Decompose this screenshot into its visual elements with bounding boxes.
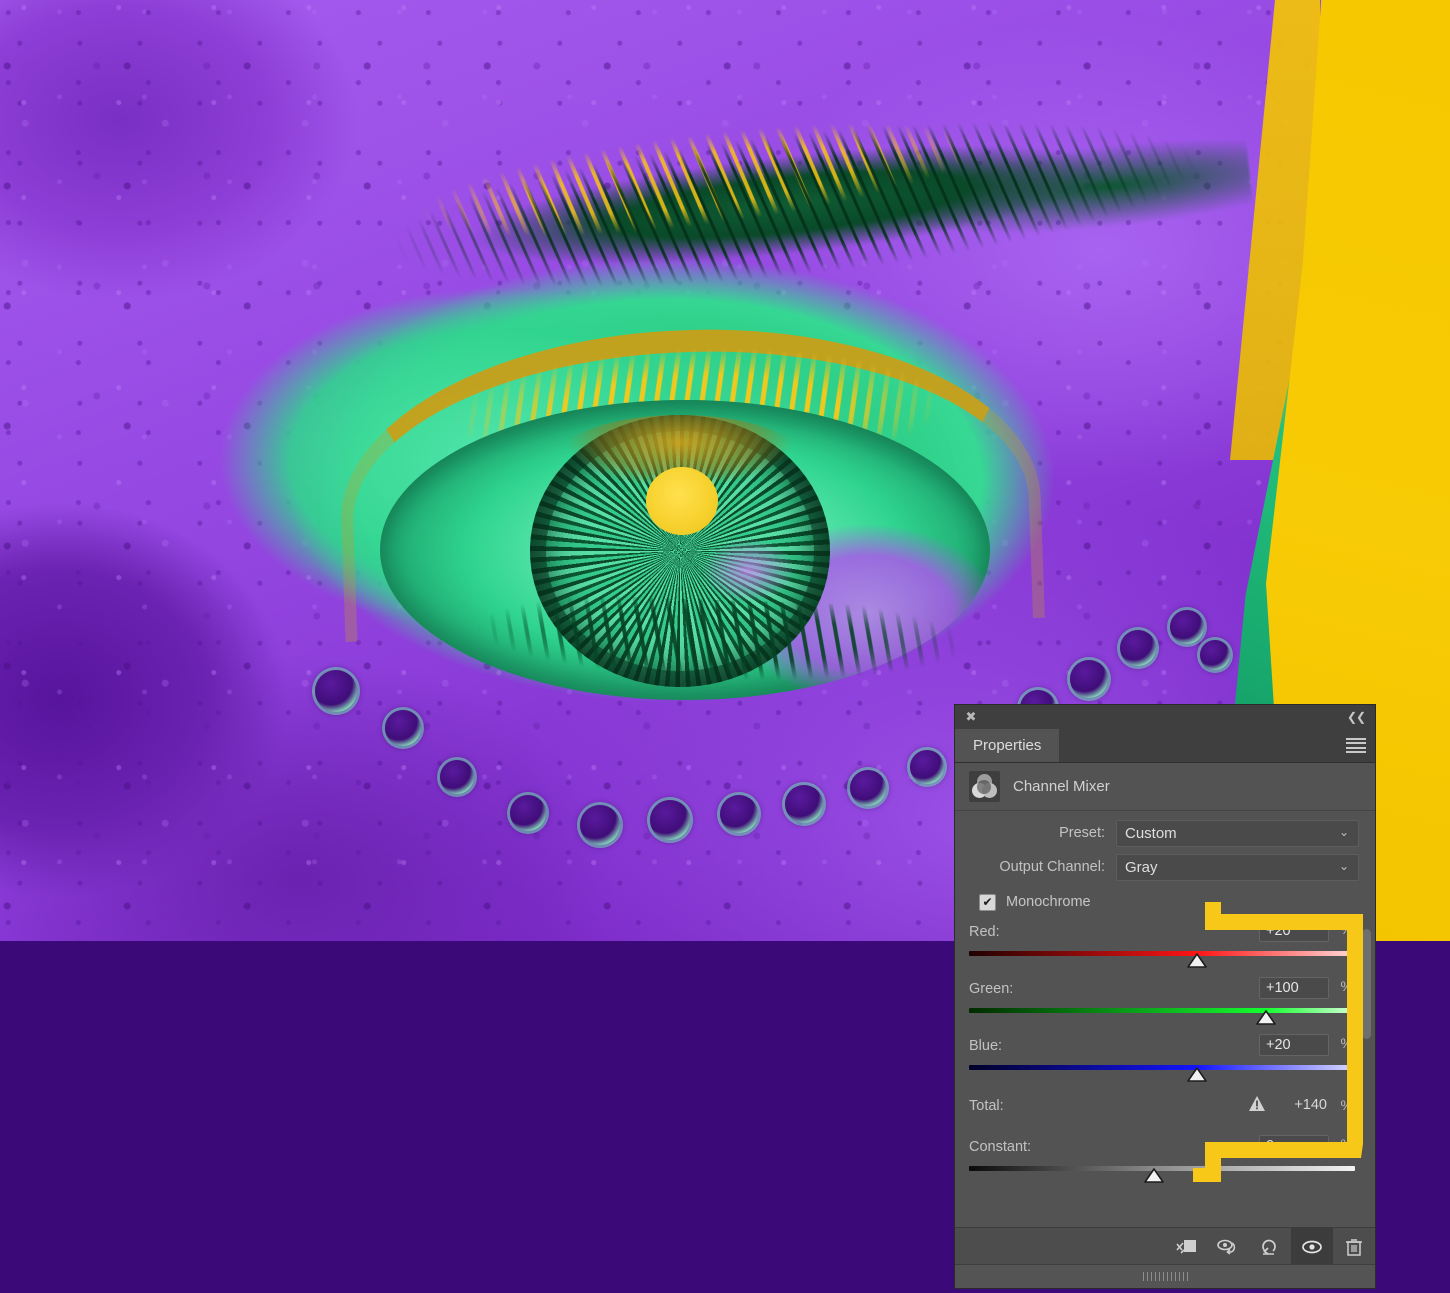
red-label: Red: [969, 924, 1000, 940]
output-channel-dropdown[interactable]: Gray ⌄ [1116, 853, 1359, 881]
monochrome-checkbox[interactable]: ✔ [979, 893, 996, 911]
chevron-down-icon: ⌄ [1338, 824, 1349, 839]
green-label: Green: [969, 981, 1014, 997]
blue-unit: % [1340, 1035, 1353, 1051]
adjustment-name: Channel Mixer [1013, 778, 1110, 795]
view-previous-state-button[interactable] [1207, 1228, 1249, 1265]
face-gem [385, 710, 421, 746]
chevron-down-icon: ⌄ [1338, 858, 1349, 873]
tab-properties[interactable]: Properties [955, 729, 1060, 762]
pupil [646, 467, 718, 535]
face-gem [1200, 640, 1230, 670]
hamburger-menu-icon[interactable] [1346, 738, 1366, 753]
green-slider-track[interactable] [969, 1008, 1355, 1013]
face-gem [510, 795, 546, 831]
monochrome-label: Monochrome [1006, 894, 1091, 910]
blue-label: Blue: [969, 1038, 1003, 1054]
panel-body: Preset: Custom ⌄ Output Channel: Gray ⌄ … [955, 811, 1375, 1246]
face-gem [440, 760, 474, 794]
preset-value: Custom [1125, 824, 1177, 842]
face-gem [650, 800, 690, 840]
preset-label: Preset: [1059, 825, 1105, 841]
face-gem [315, 670, 357, 712]
toggle-visibility-button[interactable] [1291, 1228, 1333, 1265]
adjustment-header: Channel Mixer [955, 763, 1375, 811]
red-value-input[interactable]: +20 [1259, 920, 1329, 942]
reset-button[interactable] [1249, 1228, 1291, 1265]
red-slider-thumb[interactable] [1186, 953, 1208, 969]
clip-to-layer-button[interactable] [1165, 1228, 1207, 1265]
output-channel-value: Gray [1125, 858, 1158, 876]
constant-slider-thumb[interactable] [1143, 1168, 1165, 1184]
blue-slider-row: Blue: +20 % [955, 1034, 1375, 1091]
total-label: Total: [969, 1098, 1004, 1114]
constant-unit: % [1340, 1136, 1353, 1152]
constant-label: Constant: [969, 1139, 1032, 1155]
panel-resize-grip[interactable] [955, 1264, 1375, 1288]
green-slider-row: Green: +100 % [955, 977, 1375, 1034]
face-gem [850, 770, 886, 806]
properties-panel: ✖ ❮❮ Properties Channel Mixer Preset: Cu… [955, 705, 1375, 1288]
face-gem [785, 785, 823, 823]
red-slider-row: Red: +20 % [955, 920, 1375, 977]
face-gem [910, 750, 944, 784]
panel-footer-toolbar [955, 1227, 1375, 1265]
preset-row: Preset: Custom ⌄ [955, 816, 1375, 850]
face-gem [720, 795, 758, 833]
preset-dropdown[interactable]: Custom ⌄ [1116, 819, 1359, 847]
face-gem [1070, 660, 1108, 698]
delete-layer-button[interactable] [1333, 1228, 1375, 1265]
panel-tab-row: Properties [955, 729, 1375, 763]
constant-value-input[interactable]: 0 [1259, 1135, 1329, 1157]
panel-titlebar: ✖ ❮❮ [955, 705, 1375, 729]
collapse-to-icons-icon[interactable]: ❮❮ [1347, 709, 1366, 725]
panel-scrollbar[interactable] [1362, 929, 1371, 1039]
output-channel-row: Output Channel: Gray ⌄ [955, 850, 1375, 884]
green-unit: % [1340, 978, 1353, 994]
total-row: Total: +140 % [955, 1091, 1375, 1135]
channel-mixer-venn-icon [969, 771, 1000, 802]
blue-slider-track[interactable] [969, 1065, 1355, 1070]
face-gem [1120, 630, 1156, 666]
red-slider-track[interactable] [969, 951, 1355, 956]
monochrome-row: ✔ Monochrome [955, 884, 1375, 920]
face-gem [580, 805, 620, 845]
blue-slider-thumb[interactable] [1186, 1067, 1208, 1083]
red-unit: % [1340, 921, 1353, 937]
face-gem [1170, 610, 1204, 644]
green-value-input[interactable]: +100 [1259, 977, 1329, 999]
close-icon[interactable]: ✖ [963, 709, 979, 725]
warning-triangle-icon [1248, 1095, 1266, 1112]
green-slider-thumb[interactable] [1255, 1010, 1277, 1026]
total-unit: % [1340, 1097, 1353, 1113]
total-value: +140 [1294, 1097, 1327, 1113]
constant-slider-row: Constant: 0 % [955, 1135, 1375, 1192]
blue-value-input[interactable]: +20 [1259, 1034, 1329, 1056]
output-channel-label: Output Channel: [999, 859, 1105, 875]
